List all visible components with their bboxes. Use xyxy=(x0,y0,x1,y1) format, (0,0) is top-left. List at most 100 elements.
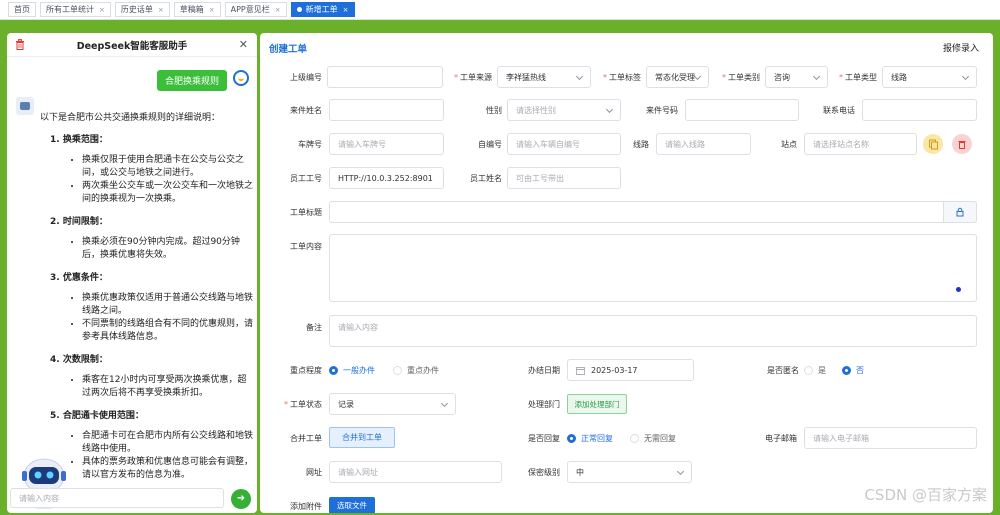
add-dept-button[interactable]: 添加处理部门 xyxy=(567,394,627,414)
list-item: 两次乘坐公交车或一次公交车和一次地铁之间的换乘视为一次换乘。 xyxy=(82,180,255,206)
gender-select[interactable]: 请选择性别 xyxy=(507,99,621,121)
merge-button[interactable]: 合并到工单 xyxy=(329,427,395,448)
reply-normal-radio[interactable]: 正常回复 xyxy=(567,433,613,444)
source-select[interactable]: 李祥猛热线 xyxy=(497,66,591,88)
close-icon[interactable]: × xyxy=(343,6,349,14)
self-no-label: 自编号 xyxy=(478,140,502,149)
lock-button[interactable] xyxy=(943,201,977,223)
anonymous-yes-radio[interactable]: 是 xyxy=(804,365,826,376)
bot-avatar-icon xyxy=(16,97,34,115)
station-label: 站点 xyxy=(781,140,797,149)
parent-no-input[interactable] xyxy=(327,66,443,88)
lock-icon xyxy=(956,207,964,217)
priority-normal-radio[interactable]: 一般办件 xyxy=(329,365,375,376)
anonymous-no-radio[interactable]: 否 xyxy=(842,365,864,376)
priority-key-radio[interactable]: 重点办件 xyxy=(393,365,439,376)
copy-button[interactable] xyxy=(923,134,943,154)
date-picker[interactable]: 2025-03-17 xyxy=(567,359,694,381)
type-label: * 工单类型 xyxy=(839,73,877,82)
status-label: * 工单状态 xyxy=(284,400,322,409)
close-icon[interactable]: × xyxy=(99,6,105,14)
self-no-input[interactable]: 请输入车辆自编号 xyxy=(507,133,621,155)
subject-label: 工单标题 xyxy=(290,208,322,217)
chat-input[interactable]: 请输入内容 xyxy=(10,488,224,508)
plate-input[interactable]: 请输入车牌号 xyxy=(329,133,444,155)
line-input[interactable]: 请输入线路 xyxy=(656,133,751,155)
url-input[interactable]: 请输入网址 xyxy=(329,461,502,483)
form-title: 创建工单 xyxy=(269,44,308,55)
chevron-down-icon xyxy=(812,72,821,81)
line-label: 线路 xyxy=(633,140,649,149)
trash-icon[interactable] xyxy=(15,39,25,50)
gender-label: 性别 xyxy=(486,106,502,115)
tab-home[interactable]: 首页 xyxy=(8,2,36,17)
subject-input[interactable] xyxy=(329,201,944,223)
email-label: 电子邮箱 xyxy=(765,434,797,443)
active-dot-icon xyxy=(296,7,302,12)
caller-no-label: 来件号码 xyxy=(646,106,678,115)
content-textarea[interactable] xyxy=(329,234,977,302)
tab-call-history[interactable]: 历史话单 × xyxy=(114,2,170,17)
reply-section: 2. 时间限制： 换乘必须在90分钟内完成。超过90分钟后，换乘优惠将失效。 xyxy=(40,216,255,262)
tab-new-ticket[interactable]: 新增工单 × xyxy=(290,2,355,17)
send-button[interactable]: ➜ xyxy=(231,489,251,509)
reply-section: 1. 换乘范围： 换乘仅限于使用合肥通卡在公交与公交之间，或公交与地铁之间进行。… xyxy=(40,134,255,206)
emp-no-input[interactable]: HTTP://10.0.3.252:8901 xyxy=(329,167,444,189)
repair-entry-link[interactable]: 报修录入 xyxy=(943,41,979,54)
tag-select[interactable]: 常态化受理 xyxy=(646,66,709,88)
chevron-down-icon xyxy=(961,72,970,81)
merge-label: 合并工单 xyxy=(290,434,322,443)
tab-app-feedback[interactable]: APP意见栏 × xyxy=(224,2,287,17)
delete-button[interactable] xyxy=(952,134,972,154)
source-label: * 工单来源 xyxy=(454,73,492,82)
reply-section: 4. 次数限制： 乘客在12小时内可享受两次换乘优惠，超过两次后将不再享受换乘折… xyxy=(40,354,255,400)
chevron-down-icon xyxy=(693,72,702,81)
section-title: 2. 时间限制： xyxy=(50,217,108,227)
chevron-down-icon xyxy=(676,467,685,476)
tab-all-ticket-stats[interactable]: 所有工单统计 × xyxy=(40,2,111,17)
chat-panel: DeepSeek智能客服助手 ✕ 合肥换乘规则 以下是合肥市公共交通换乘规则的详… xyxy=(7,33,257,513)
type-select[interactable]: 线路 xyxy=(882,66,977,88)
choose-file-button[interactable]: 选取文件 xyxy=(329,497,375,513)
copy-icon xyxy=(929,139,938,150)
email-input[interactable]: 请输入电子邮箱 xyxy=(804,427,977,449)
caller-no-input[interactable] xyxy=(685,99,799,121)
caller-name-input[interactable] xyxy=(329,99,444,121)
emp-no-label: 员工工号 xyxy=(290,174,322,183)
user-message: 合肥换乘规则 xyxy=(156,70,227,91)
category-select[interactable]: 咨询 xyxy=(765,66,828,88)
reply-none-radio[interactable]: 无需回复 xyxy=(630,433,676,444)
remark-label: 备注 xyxy=(306,323,322,332)
section-title: 5. 合肥通卡使用范围： xyxy=(50,411,144,421)
plate-label: 车牌号 xyxy=(298,140,322,149)
close-icon[interactable]: × xyxy=(158,6,164,14)
secrecy-label: 保密级别 xyxy=(528,468,560,477)
status-select[interactable]: 记录 xyxy=(329,393,456,415)
bot-reply: 以下是合肥市公共交通换乘规则的详细说明： 1. 换乘范围： 换乘仅限于使用合肥通… xyxy=(40,112,255,492)
resize-handle-dot xyxy=(956,287,961,292)
tab-drafts[interactable]: 草稿箱 × xyxy=(173,2,221,17)
priority-label: 重点程度 xyxy=(290,366,322,375)
caller-name-label: 来件姓名 xyxy=(290,106,322,115)
chevron-down-icon xyxy=(440,399,449,408)
remark-textarea[interactable]: 请输入内容 xyxy=(329,315,977,347)
close-icon[interactable]: × xyxy=(275,6,281,14)
section-title: 4. 次数限制： xyxy=(50,355,108,365)
phone-input[interactable] xyxy=(862,99,977,121)
tab-bar: 首页 所有工单统计 × 历史话单 × 草稿箱 × APP意见栏 × 新增工单 × xyxy=(0,0,1000,20)
reply-section: 3. 优惠条件： 换乘优惠政策仅适用于普通公交线路与地铁线路之间。 不同票制的线… xyxy=(40,272,255,344)
emp-name-input[interactable]: 可由工号带出 xyxy=(507,167,621,189)
emp-name-label: 员工姓名 xyxy=(470,174,502,183)
list-item: 合肥通卡可在合肥市内所有公交线路和地铁线路中使用。 xyxy=(82,430,255,456)
close-icon[interactable]: × xyxy=(209,6,215,14)
chat-title: DeepSeek智能客服助手 xyxy=(76,40,188,52)
secrecy-select[interactable]: 中 xyxy=(567,461,692,483)
url-label: 网址 xyxy=(306,468,322,477)
user-avatar xyxy=(233,70,249,86)
station-select[interactable]: 请选择站点名称 xyxy=(804,133,917,155)
list-item: 换乘仅限于使用合肥通卡在公交与公交之间，或公交与地铁之间进行。 xyxy=(82,154,255,180)
calendar-icon xyxy=(576,366,585,375)
phone-label: 联系电话 xyxy=(823,106,855,115)
category-label: * 工单类别 xyxy=(722,73,760,82)
close-icon[interactable]: ✕ xyxy=(239,38,248,51)
